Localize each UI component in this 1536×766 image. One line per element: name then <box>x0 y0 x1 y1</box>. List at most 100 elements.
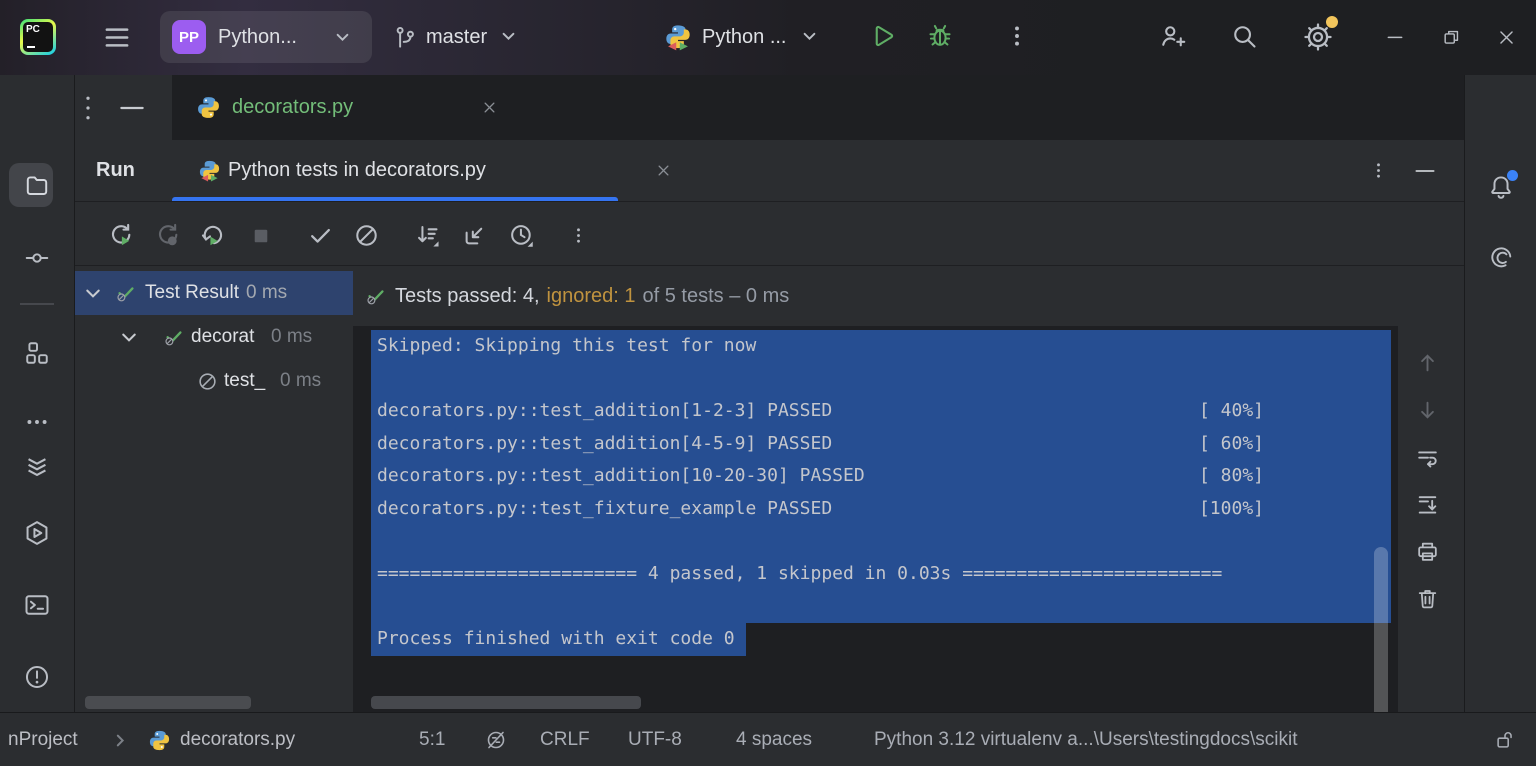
run-config-widget[interactable]: Python ... <box>702 0 816 75</box>
problems-icon[interactable] <box>23 663 51 691</box>
run-panel-minimize[interactable] <box>1412 164 1438 178</box>
close-icon[interactable] <box>656 163 671 178</box>
sort-tests-button[interactable] <box>414 222 441 249</box>
breadcrumb-chevron-icon <box>116 734 125 747</box>
tree-row-time: 0 ms <box>280 370 322 391</box>
chevron-down-icon <box>336 33 349 42</box>
indent-widget[interactable]: 4 spaces <box>736 713 812 766</box>
print-button[interactable] <box>1415 539 1440 564</box>
services-icon[interactable] <box>23 519 51 547</box>
tree-row-label: decorat <box>191 326 255 347</box>
active-tab-underline <box>172 197 618 201</box>
console-line-pct: [ 40%] <box>1198 400 1264 421</box>
next-occurrence-button[interactable] <box>1415 398 1440 423</box>
toolbar-kebab[interactable] <box>570 227 587 244</box>
console-line: Process finished with exit code 0 <box>377 627 735 649</box>
clear-console-trash-button[interactable] <box>1415 586 1440 611</box>
branch-widget[interactable]: master <box>426 0 515 75</box>
hide-tab-bar-minimize[interactable] <box>115 100 149 116</box>
project-name: Python... <box>218 26 297 48</box>
notification-dot <box>1507 170 1518 181</box>
console-vertical-scrollbar[interactable] <box>1374 547 1388 712</box>
tree-row-test-skipped[interactable]: test_ 0 ms <box>75 359 353 403</box>
test-summary-row: Tests passed: 4, ignored: 1 of 5 tests –… <box>353 266 1464 326</box>
window-minimize-button[interactable] <box>1375 17 1415 57</box>
tree-row-decorators[interactable]: decorat 0 ms <box>75 315 353 359</box>
test-passed-ignored-icon <box>367 290 384 305</box>
run-button[interactable] <box>868 22 896 50</box>
project-avatar: PP <box>172 20 206 54</box>
window-restore-button[interactable] <box>1431 17 1471 57</box>
breadcrumb-file[interactable]: decorators.py <box>180 713 295 766</box>
history-clock-button[interactable] <box>508 222 535 249</box>
pytest-python-icon <box>664 23 692 51</box>
console-line: Skipped: Skipping this test for now <box>377 335 757 356</box>
pycharm-logo-icon: PC <box>20 19 56 55</box>
unlocked-icon[interactable] <box>1494 729 1516 751</box>
add-user-icon[interactable] <box>1158 22 1186 50</box>
console-side-toolbar <box>1398 266 1464 712</box>
settings-gear-icon[interactable] <box>1302 16 1338 53</box>
git-branch-icon <box>392 25 418 51</box>
window-close-button[interactable] <box>1486 17 1526 57</box>
debug-button[interactable] <box>926 22 954 50</box>
project-widget[interactable]: PP Python... <box>160 11 372 63</box>
settings-badge-dot <box>1326 16 1338 28</box>
console-line-pct: [100%] <box>1198 497 1264 519</box>
summary-ignored-text: ignored: 1 <box>546 284 636 307</box>
more-tool-windows-icon[interactable] <box>24 409 50 435</box>
ai-assistant-icon[interactable] <box>1488 244 1515 271</box>
run-panel-options-kebab[interactable] <box>1370 162 1387 179</box>
console-area: Tests passed: 4, ignored: 1 of 5 tests –… <box>353 266 1464 712</box>
search-icon[interactable] <box>1230 22 1258 50</box>
console-line: ======================== 4 passed, 1 ski… <box>377 562 1223 584</box>
chevron-down-icon <box>502 32 514 41</box>
highlighting-level-icon[interactable] <box>484 728 508 752</box>
tree-row-test-result[interactable]: Test Result 0 ms <box>75 271 353 315</box>
commit-icon[interactable] <box>24 245 50 271</box>
prev-occurrence-button[interactable] <box>1415 350 1440 375</box>
line-separator-widget[interactable]: CRLF <box>540 713 590 766</box>
navigate-to-source-button[interactable] <box>461 222 488 249</box>
show-passed-filter[interactable] <box>307 222 334 249</box>
logo-dash <box>27 45 35 48</box>
auto-rerun-button[interactable] <box>199 221 227 249</box>
terminal-icon[interactable] <box>23 591 51 619</box>
tree-row-label: test_ <box>224 370 266 391</box>
chevron-down-icon[interactable] <box>121 332 137 343</box>
console-horizontal-scrollbar[interactable] <box>371 696 641 709</box>
notifications-bell-icon[interactable] <box>1487 170 1518 201</box>
drag-handle-dots[interactable] <box>81 95 95 121</box>
pycharm-window: PC PP Python... master Python ... decora… <box>0 0 1536 766</box>
run-config-name: Python ... <box>702 26 787 48</box>
interpreter-widget[interactable]: Python 3.12 virtualenv a...\Users\testin… <box>874 713 1297 766</box>
python-file-icon <box>198 97 219 118</box>
tree-horizontal-scrollbar[interactable] <box>85 696 251 709</box>
console-line: decorators.py::test_addition[10-20-30] P… <box>377 465 865 486</box>
show-ignored-filter[interactable] <box>353 222 380 249</box>
caret-position-widget[interactable]: 5:1 <box>419 713 445 766</box>
collapse-chevrons-icon[interactable] <box>24 453 51 480</box>
structure-icon[interactable] <box>24 340 50 366</box>
encoding-widget[interactable]: UTF-8 <box>628 713 682 766</box>
rerun-failed-button[interactable] <box>153 221 181 249</box>
editor-tab-strip: decorators.py <box>75 75 1464 189</box>
summary-passed-text: Tests passed: 4, <box>395 284 540 307</box>
tree-row-label: Test Result <box>145 282 239 303</box>
soft-wrap-button[interactable] <box>1415 446 1440 471</box>
stop-button[interactable] <box>248 223 274 249</box>
hamburger-menu-icon[interactable] <box>102 24 132 51</box>
rerun-button[interactable] <box>106 221 134 249</box>
project-folder-icon[interactable] <box>24 172 50 198</box>
console-output[interactable]: Skipped: Skipping this test for now deco… <box>353 326 1398 712</box>
more-actions-kebab[interactable] <box>1004 23 1030 49</box>
scroll-to-end-button[interactable] <box>1415 492 1440 517</box>
chevron-down-icon[interactable] <box>85 288 101 299</box>
pytest-run-icon <box>199 160 220 182</box>
test-tree-panel[interactable]: Test Result 0 ms decorat 0 ms test_ 0 ms <box>75 266 353 712</box>
chevron-down-icon <box>803 32 816 41</box>
console-lines: Skipped: Skipping this test for now deco… <box>377 330 1391 655</box>
run-panel-header: Run Python tests in decorators.py <box>75 140 1464 202</box>
close-icon[interactable] <box>482 100 497 115</box>
breadcrumb-project[interactable]: nProject <box>8 713 78 766</box>
